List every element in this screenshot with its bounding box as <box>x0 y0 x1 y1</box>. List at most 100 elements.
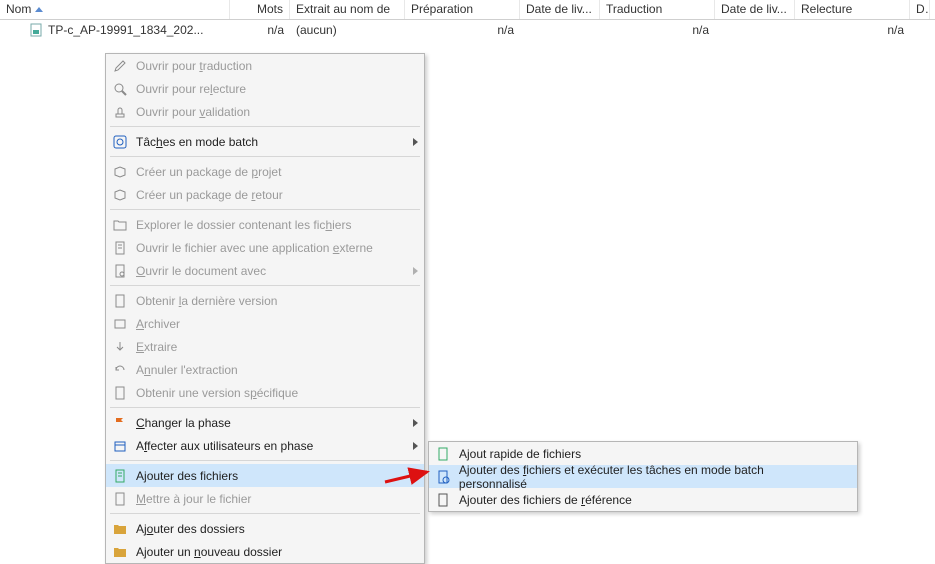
archive-icon <box>110 316 130 332</box>
col-delivery2[interactable]: Date de liv... <box>715 0 795 19</box>
context-menu: Ouvrir pour traduction Ouvrir pour relec… <box>105 53 425 564</box>
magnifier-icon <box>110 81 130 97</box>
col-preparation[interactable]: Préparation <box>405 0 520 19</box>
document-search-icon <box>110 263 130 279</box>
menu-open-validation[interactable]: Ouvrir pour validation <box>106 100 424 123</box>
specific-version-icon <box>110 385 130 401</box>
chevron-right-icon <box>413 419 418 427</box>
col-name[interactable]: Nom <box>0 0 230 19</box>
document-icon <box>110 240 130 256</box>
menu-label: Explorer le dossier contenant les fichie… <box>136 218 351 232</box>
package-icon <box>110 164 130 180</box>
menu-label: Créer un package de projet <box>136 165 281 179</box>
menu-label: Créer un package de retour <box>136 188 283 202</box>
menu-create-project-pkg[interactable]: Créer un package de projet <box>106 160 424 183</box>
batch-icon <box>110 134 130 150</box>
cell-filename: TP-c_AP-19991_1834_202... <box>0 21 230 39</box>
menu-label: Obtenir une version spécifique <box>136 386 298 400</box>
menu-archive[interactable]: Archiver <box>106 312 424 335</box>
submenu-add-files: Ajout rapide de fichiers Ajouter des fic… <box>428 441 858 512</box>
cell-preparation: n/a <box>405 21 520 39</box>
menu-separator <box>110 460 420 461</box>
menu-separator <box>110 126 420 127</box>
menu-open-external[interactable]: Ouvrir le fichier avec une application e… <box>106 236 424 259</box>
menu-label: Ajouter un nouveau dossier <box>136 545 282 559</box>
quick-add-icon <box>433 446 453 462</box>
folder-plus-icon <box>110 544 130 560</box>
menu-label: Ajouter des fichiers de référence <box>459 493 632 507</box>
menu-label: Ouvrir pour validation <box>136 105 250 119</box>
menu-separator <box>110 209 420 210</box>
chevron-right-icon <box>413 442 418 450</box>
menu-label: Tâches en mode batch <box>136 135 258 149</box>
menu-add-folders[interactable]: Ajouter des dossiers <box>106 517 424 540</box>
menu-update-file[interactable]: Mettre à jour le fichier <box>106 487 424 510</box>
menu-open-review[interactable]: Ouvrir pour relecture <box>106 77 424 100</box>
menu-separator <box>110 156 420 157</box>
menu-explore-folder[interactable]: Explorer le dossier contenant les fichie… <box>106 213 424 236</box>
add-file-icon <box>110 468 130 484</box>
menu-get-latest[interactable]: Obtenir la dernière version <box>106 289 424 312</box>
cell-delivery2 <box>715 28 795 32</box>
cell-translation: n/a <box>600 21 715 39</box>
stamp-icon <box>110 104 130 120</box>
submenu-add-and-batch[interactable]: Ajouter des fichiers et exécuter les tâc… <box>429 465 857 488</box>
chevron-right-icon <box>413 472 418 480</box>
file-reference-icon <box>433 492 453 508</box>
menu-cancel-extract[interactable]: Annuler l'extraction <box>106 358 424 381</box>
menu-label: Ouvrir pour traduction <box>136 59 252 73</box>
cell-words: n/a <box>230 21 290 39</box>
file-icon <box>30 23 44 37</box>
folder-open-icon <box>110 217 130 233</box>
menu-add-new-folder[interactable]: Ajouter un nouveau dossier <box>106 540 424 563</box>
column-header: Nom Mots Extrait au nom de Préparation D… <box>0 0 935 20</box>
col-review[interactable]: Relecture <box>795 0 910 19</box>
file-row[interactable]: TP-c_AP-19991_1834_202... n/a (aucun) n/… <box>0 20 935 40</box>
menu-label: Changer la phase <box>136 416 231 430</box>
menu-label: Ouvrir pour relecture <box>136 82 246 96</box>
menu-add-files[interactable]: Ajouter des fichiers <box>106 464 424 487</box>
menu-separator <box>110 513 420 514</box>
menu-open-translation[interactable]: Ouvrir pour traduction <box>106 54 424 77</box>
col-d[interactable]: D <box>910 0 930 19</box>
file-batch-icon <box>433 469 453 485</box>
filename-text: TP-c_AP-19991_1834_202... <box>48 23 203 37</box>
menu-separator <box>110 407 420 408</box>
menu-label: Annuler l'extraction <box>136 363 238 377</box>
col-issued-to[interactable]: Extrait au nom de <box>290 0 405 19</box>
menu-label: Ajouter des fichiers et exécuter les tâc… <box>459 463 833 491</box>
menu-get-specific[interactable]: Obtenir une version spécifique <box>106 381 424 404</box>
flag-icon <box>110 415 130 431</box>
menu-change-phase[interactable]: Changer la phase <box>106 411 424 434</box>
menu-label: Mettre à jour le fichier <box>136 492 251 506</box>
col-words[interactable]: Mots <box>230 0 290 19</box>
menu-batch-tasks[interactable]: Tâches en mode batch <box>106 130 424 153</box>
menu-label: Ajouter des fichiers <box>136 469 238 483</box>
undo-extract-icon <box>110 362 130 378</box>
cell-delivery1 <box>520 28 600 32</box>
folder-icon <box>110 521 130 537</box>
menu-label: Affecter aux utilisateurs en phase <box>136 439 313 453</box>
menu-separator <box>110 285 420 286</box>
cell-issued-to: (aucun) <box>290 21 405 39</box>
pencil-icon <box>110 58 130 74</box>
menu-label: Ouvrir le document avec <box>136 264 266 278</box>
menu-assign-phase[interactable]: Affecter aux utilisateurs en phase <box>106 434 424 457</box>
col-translation[interactable]: Traduction <box>600 0 715 19</box>
menu-label: Ouvrir le fichier avec une application e… <box>136 241 373 255</box>
menu-label: Extraire <box>136 340 177 354</box>
calendar-users-icon <box>110 438 130 454</box>
cell-review: n/a <box>795 21 910 39</box>
menu-open-with[interactable]: Ouvrir le document avec <box>106 259 424 282</box>
menu-label: Ajouter des dossiers <box>136 522 245 536</box>
menu-extract[interactable]: Extraire <box>106 335 424 358</box>
col-delivery1[interactable]: Date de liv... <box>520 0 600 19</box>
package-return-icon <box>110 187 130 203</box>
extract-icon <box>110 339 130 355</box>
chevron-right-icon <box>413 138 418 146</box>
submenu-add-reference[interactable]: Ajouter des fichiers de référence <box>429 488 857 511</box>
menu-label: Ajout rapide de fichiers <box>459 447 581 461</box>
chevron-right-icon <box>413 267 418 275</box>
latest-version-icon <box>110 293 130 309</box>
menu-create-return-pkg[interactable]: Créer un package de retour <box>106 183 424 206</box>
